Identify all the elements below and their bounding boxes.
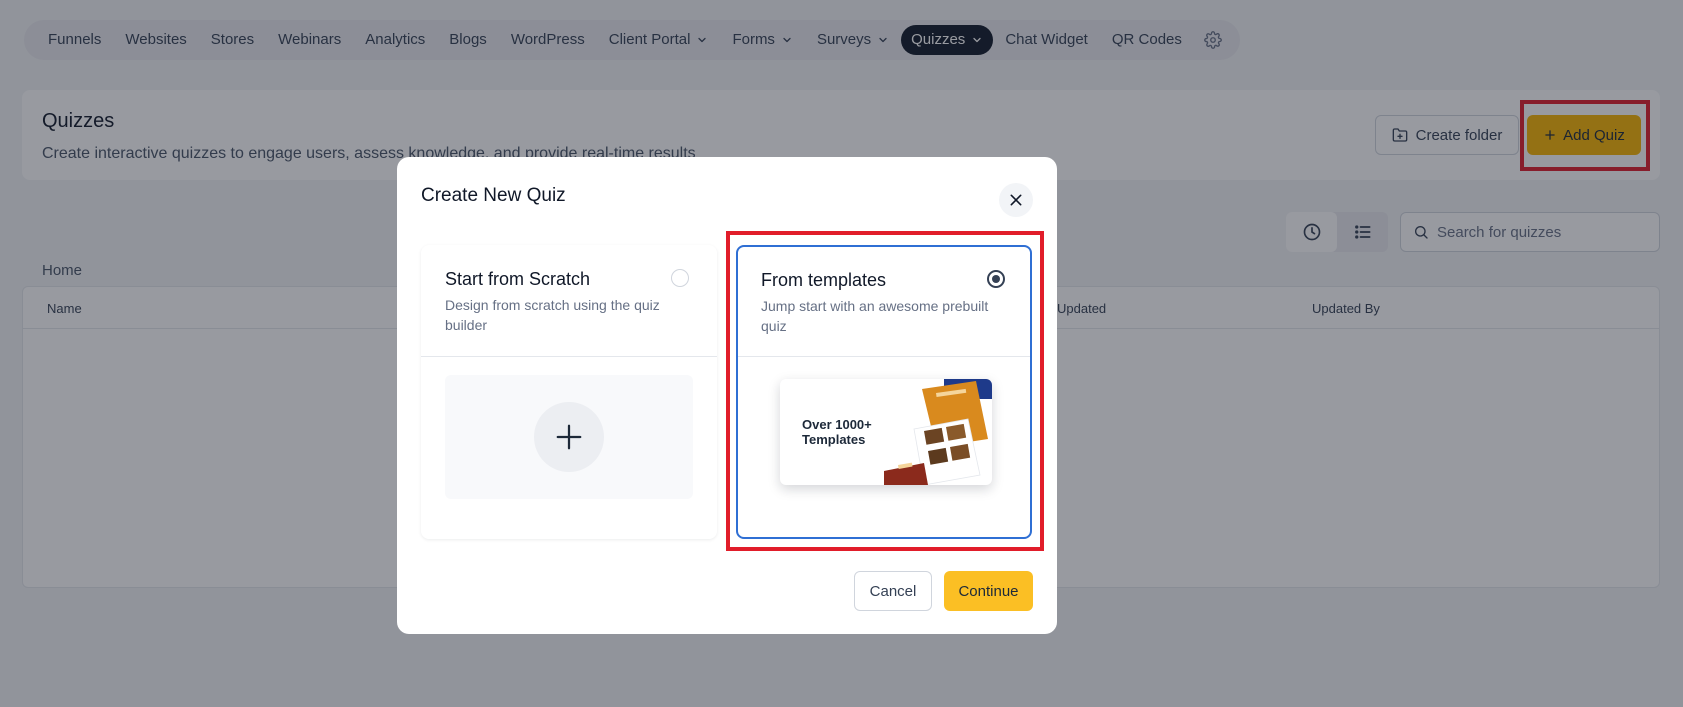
close-icon <box>1010 194 1022 206</box>
option-description: Design from scratch using the quiz build… <box>445 297 660 333</box>
scratch-radio[interactable] <box>671 269 689 287</box>
modal-title: Create New Quiz <box>421 185 566 206</box>
close-button[interactable] <box>999 183 1033 217</box>
option-start-from-scratch[interactable]: Start from Scratch Design from scratch u… <box>421 245 717 539</box>
from-templates-highlight <box>726 231 1044 551</box>
continue-button[interactable]: Continue <box>944 571 1033 611</box>
plus-icon <box>556 424 582 450</box>
option-title: Start from Scratch <box>445 269 591 289</box>
cancel-button[interactable]: Cancel <box>854 571 932 611</box>
option-divider <box>421 356 717 357</box>
scratch-preview <box>445 375 693 499</box>
plus-circle <box>534 402 604 472</box>
